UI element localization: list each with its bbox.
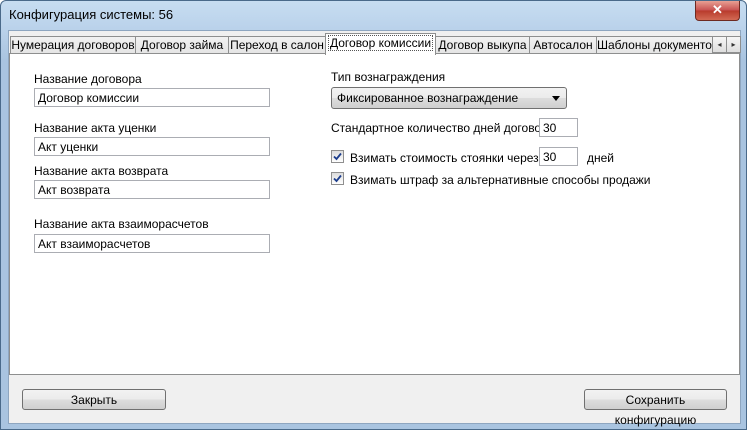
appraisal-act-input[interactable]: Акт уценки [34,137,270,156]
reward-type-select[interactable]: Фиксированное вознаграждение [331,87,567,109]
tab-loan-contract[interactable]: Договор займа [135,36,229,54]
tab-scroll-left-icon[interactable]: ◂ [712,36,727,53]
return-act-label: Название акта возврата [34,164,169,178]
config-window: Конфигурация системы: 56 ✕ Нумерация дог… [0,0,747,430]
parking-fee-label: Взимать стоимость стоянки через [350,151,539,165]
appraisal-act-label: Название акта уценки [34,121,157,135]
reward-type-value: Фиксированное вознаграждение [337,91,519,105]
save-configuration-button[interactable]: Сохранить конфигурацию [584,389,727,427]
title-bar: Конфигурация системы: 56 ✕ [1,1,746,29]
parking-fee-days-input[interactable]: 30 [539,147,578,166]
contract-name-input[interactable]: Договор комиссии [34,88,270,107]
client-area: Нумерация договоров Договор займа Перехо… [8,30,741,427]
settlement-act-label: Название акта взаиморасчетов [34,217,209,231]
penalty-checkbox[interactable] [331,172,344,185]
checkmark-icon [333,174,342,183]
parking-fee-days-suffix: дней [587,151,615,165]
window-title: Конфигурация системы: 56 [9,7,174,22]
window-close-button[interactable]: ✕ [695,1,740,21]
default-days-label: Стандартное количество дней договора [331,121,555,135]
tab-autosalon[interactable]: Автосалон [529,36,597,54]
tab-strip: Нумерация договоров Договор займа Перехо… [9,33,741,55]
tab-scroll-right-icon[interactable]: ▸ [726,36,741,53]
contract-name-label: Название договора [34,72,142,86]
close-button[interactable]: Закрыть [22,389,166,410]
default-days-input[interactable]: 30 [539,118,578,137]
tab-contract-numbering[interactable]: Нумерация договоров [10,36,136,54]
chevron-down-icon [552,96,560,101]
reward-type-label: Тип вознаграждения [331,70,446,84]
tab-document-templates[interactable]: Шаблоны документов [596,36,714,54]
penalty-label: Взимать штраф за альтернативные способы … [350,173,651,187]
return-act-input[interactable]: Акт возврата [34,180,270,199]
tab-buyout-contract[interactable]: Договор выкупа [435,36,530,54]
commission-contract-page: Название договора Договор комиссии Назва… [9,53,740,375]
settlement-act-input[interactable]: Акт взаиморасчетов [34,234,270,253]
tab-transfer-to-salon[interactable]: Переход в салон [228,36,326,54]
checkmark-icon [333,152,342,161]
tab-commission-contract[interactable]: Договор комиссии [325,33,436,55]
parking-fee-checkbox[interactable] [331,150,344,163]
